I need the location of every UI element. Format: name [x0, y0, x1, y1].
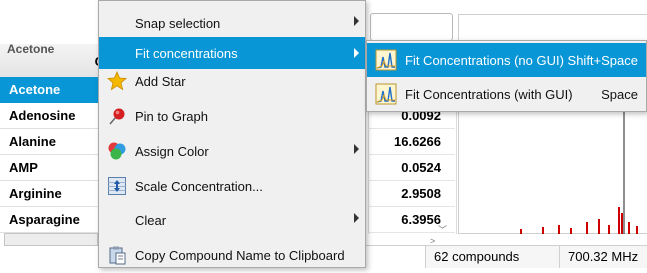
keyboard-shortcut: Space — [601, 86, 638, 102]
menu-item-pin-to-graph[interactable]: Pin to Graph — [99, 98, 365, 134]
table-row-name[interactable]: Asparagine — [0, 207, 98, 233]
submenu-arrow-icon — [354, 144, 359, 154]
fit-concentrations-submenu: Fit Concentrations (no GUI) Shift+Space … — [366, 40, 647, 112]
concentration-cell[interactable]: 2.9508 — [368, 181, 455, 207]
fit-spectrum-icon — [375, 49, 397, 71]
table-row-name[interactable]: Acetone — [0, 77, 98, 103]
horizontal-scrollbar[interactable] — [4, 233, 98, 246]
menu-item-clear[interactable]: Clear — [99, 202, 365, 238]
spectrometer-frequency: 700.32 MHz — [559, 246, 647, 268]
table-row-name[interactable]: AMP — [0, 155, 98, 181]
submenu-arrow-icon — [354, 213, 359, 223]
menu-item-scale-concentration[interactable]: Scale Concentration... — [99, 168, 365, 204]
compound-count: 62 compounds — [425, 246, 559, 268]
submenu-arrow-icon — [354, 48, 359, 58]
table-row-name[interactable]: Alanine — [0, 129, 98, 155]
color-balls-icon — [107, 141, 127, 161]
table-row-name[interactable]: Arginine — [0, 181, 98, 207]
submenu-item-label: Fit Concentrations (with GUI) — [405, 86, 573, 102]
keyboard-shortcut: Shift+Space — [567, 52, 638, 68]
context-menu: Snap selection Fit concentrations Add St… — [98, 0, 366, 268]
clipboard-icon — [107, 245, 127, 265]
concentration-cell[interactable]: 16.6266 — [368, 129, 455, 155]
scroll-down-icon[interactable]: ﹀ — [438, 223, 447, 236]
fit-spectrum-icon — [375, 83, 397, 105]
submenu-item-fit-no-gui[interactable]: Fit Concentrations (no GUI) Shift+Space — [367, 43, 646, 77]
pushpin-icon — [107, 106, 127, 126]
concentration-cell[interactable]: 0.0524 — [368, 155, 455, 181]
scale-icon — [107, 176, 127, 196]
submenu-item-label: Fit Concentrations (no GUI) — [405, 52, 564, 68]
menu-item-assign-color[interactable]: Assign Color — [99, 133, 365, 169]
search-field[interactable] — [370, 13, 453, 41]
star-icon — [107, 71, 127, 91]
table-row-name[interactable]: Adenosine — [0, 103, 98, 129]
submenu-item-fit-with-gui[interactable]: Fit Concentrations (with GUI) Space — [367, 77, 646, 111]
spectrum-trace — [520, 110, 638, 234]
submenu-arrow-icon — [354, 16, 359, 26]
menu-item-add-star[interactable]: Add Star — [99, 63, 365, 99]
clipped-row-text: Acetone — [7, 42, 55, 56]
menu-item-snap-selection[interactable]: Snap selection — [99, 5, 365, 41]
